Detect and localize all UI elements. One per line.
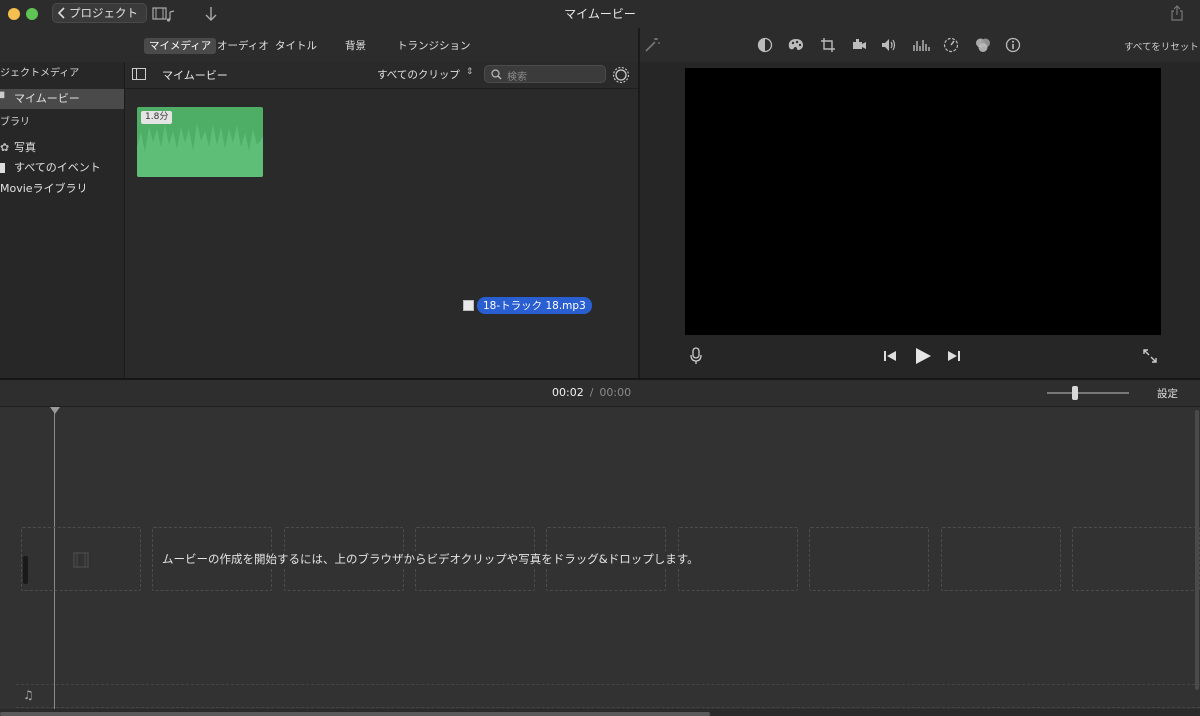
stabilization-icon[interactable] — [851, 37, 867, 53]
dragged-file[interactable]: 18-トラック 18.mp3 — [463, 297, 592, 314]
crop-icon[interactable] — [820, 37, 836, 53]
clapper-icon: ▘ — [0, 92, 9, 105]
adjustments-bar: すべてをリセット — [640, 28, 1200, 62]
sidebar-toggle-icon[interactable] — [132, 68, 146, 80]
timeline-placeholder-slot — [809, 527, 929, 591]
clip-filter-icon[interactable] — [974, 37, 992, 53]
photos-flower-icon: ✿ — [0, 141, 10, 154]
browser-tab-bar: マイメディア オーディオ タイトル 背景 トランジション — [0, 28, 638, 62]
magic-wand-icon[interactable] — [643, 37, 661, 53]
search-placeholder: 検索 — [507, 72, 527, 83]
fullscreen-icon[interactable] — [1142, 348, 1158, 364]
equalizer-icon[interactable] — [912, 37, 930, 53]
timeline-vertical-scrollbar[interactable] — [1195, 410, 1199, 690]
info-icon[interactable] — [1005, 37, 1021, 53]
microphone-icon[interactable] — [689, 347, 703, 365]
tab-titles[interactable]: タイトル — [270, 38, 322, 54]
music-note-icon: ♫ — [23, 688, 34, 702]
audio-clip-thumbnail[interactable]: 1.8分 — [137, 107, 263, 177]
timeline-placeholder-slot — [1072, 527, 1200, 591]
gear-icon[interactable] — [612, 66, 630, 84]
film-music-icon — [152, 7, 175, 22]
share-icon — [1171, 5, 1183, 21]
sidebar-item-photos[interactable]: ✿ 写真 — [0, 138, 124, 158]
clip-filter-label: すべてのクリップ — [377, 69, 460, 81]
audio-file-icon — [463, 300, 474, 311]
tab-my-media[interactable]: マイメディア — [144, 38, 217, 54]
video-viewer — [685, 68, 1161, 335]
timeline-empty-message: ムービーの作成を開始するには、上のブラウザからビデオクリップや写真をドラッグ&ド… — [162, 551, 699, 567]
minimize-window-button[interactable] — [8, 8, 20, 20]
browser-header: マイムービー すべてのクリップ ⇕ 検索 — [125, 62, 638, 89]
clip-duration-badge: 1.8分 — [141, 111, 173, 124]
share-button[interactable] — [1170, 5, 1184, 24]
projects-back-label: プロジェクト — [69, 6, 138, 20]
dragged-file-name: 18-トラック 18.mp3 — [477, 297, 592, 314]
tab-backgrounds[interactable]: 背景 — [340, 38, 371, 54]
current-time: 00:02 — [552, 386, 584, 399]
sidebar-item-label: 写真 — [14, 141, 36, 154]
clip-drop-marker — [23, 556, 28, 584]
browser-title: マイムービー — [162, 69, 228, 82]
libraries-sidebar: ジェクトメディア ▘ マイムービー ブラリ ✿ 写真 すべてのイベント Movi… — [0, 62, 125, 378]
projects-back-button[interactable]: プロジェクト — [52, 3, 147, 23]
volume-icon[interactable] — [880, 37, 898, 53]
sidebar-item-my-movie[interactable]: ▘ マイムービー — [0, 89, 124, 109]
total-time: 00:00 — [599, 386, 632, 399]
speed-icon[interactable] — [943, 37, 959, 53]
section-libraries: ブラリ — [0, 117, 30, 128]
background-music-well[interactable]: ♫ — [16, 684, 1200, 708]
sidebar-item-imovie-library[interactable]: Movieライブラリ — [0, 179, 124, 199]
playhead-triangle-icon — [50, 407, 60, 414]
color-balance-icon[interactable] — [757, 37, 773, 53]
timecode: 00:02 / 00:00 — [552, 386, 631, 399]
zoom-window-button[interactable] — [26, 8, 38, 20]
updown-chevron-icon: ⇕ — [465, 67, 474, 77]
section-project-media: ジェクトメディア — [0, 68, 80, 79]
timeline-scrollbar-track[interactable] — [0, 709, 1200, 716]
media-library-toggle-button[interactable] — [152, 6, 176, 25]
sidebar-item-label: すべてのイベント — [14, 161, 101, 174]
events-star-icon — [0, 163, 5, 173]
tab-transitions[interactable]: トランジション — [392, 38, 476, 54]
zoom-slider-knob[interactable] — [1072, 386, 1078, 400]
timeline-scrollbar-thumb[interactable] — [0, 712, 710, 716]
title-bar: プロジェクト マイムービー — [0, 0, 1200, 28]
zoom-slider[interactable] — [1047, 386, 1129, 400]
tab-audio[interactable]: オーディオ — [212, 38, 274, 54]
timeline-header: 00:02 / 00:00 設定 — [0, 380, 1200, 407]
timeline-settings-button[interactable]: 設定 — [1157, 386, 1178, 401]
reset-all-button[interactable]: すべてをリセット — [1124, 39, 1199, 53]
skip-back-icon[interactable] — [883, 350, 897, 362]
search-icon — [491, 69, 502, 80]
window-title: マイムービー — [564, 7, 636, 21]
import-button[interactable] — [204, 6, 218, 25]
chevron-left-icon — [57, 7, 65, 19]
timeline-placeholder-slot — [941, 527, 1061, 591]
clip-filter-dropdown[interactable]: すべてのクリップ ⇕ — [377, 67, 473, 82]
sidebar-item-all-events[interactable]: すべてのイベント — [0, 158, 124, 178]
time-separator: / — [589, 386, 594, 399]
download-arrow-icon — [205, 7, 217, 21]
film-placeholder-icon — [73, 552, 89, 568]
skip-forward-icon[interactable] — [947, 350, 961, 362]
search-field[interactable]: 検索 — [484, 65, 606, 83]
play-icon[interactable] — [914, 347, 932, 365]
color-correction-icon[interactable] — [787, 37, 805, 53]
sidebar-item-label: マイムービー — [14, 92, 80, 105]
